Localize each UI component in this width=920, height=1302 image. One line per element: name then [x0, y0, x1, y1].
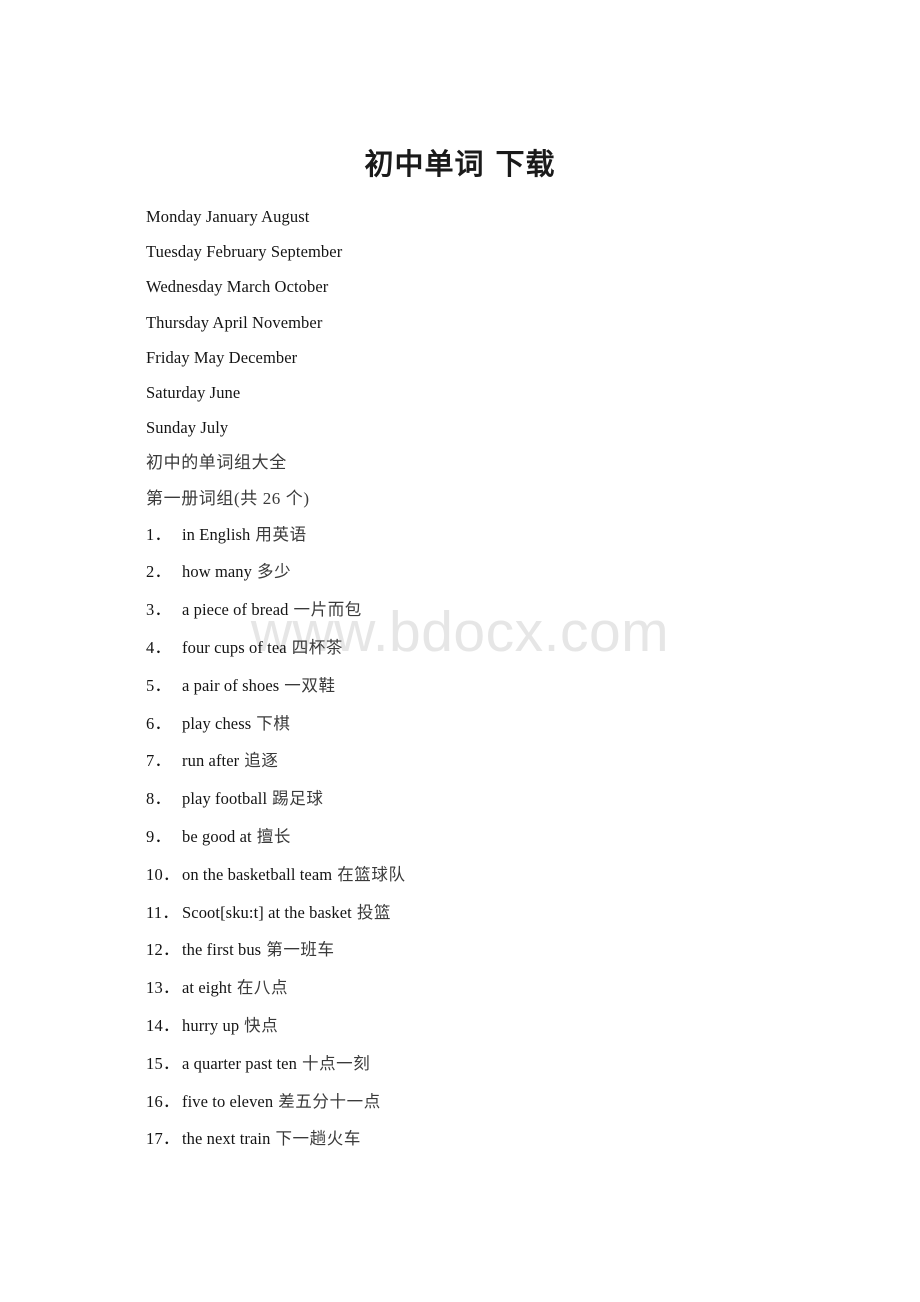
list-item-chinese: 快点	[244, 1016, 279, 1036]
list-item-english: play chess	[182, 713, 252, 733]
schedule-line: Tuesday February September	[146, 242, 343, 262]
list-item-number: 1．	[146, 524, 172, 544]
list-item-number: 4．	[146, 638, 172, 658]
list-item: 2． how many 多少	[146, 553, 866, 591]
list-item-number: 13．	[146, 978, 180, 998]
list-item: 13． at eight 在八点	[146, 969, 866, 1007]
list-item-english: five to eleven	[182, 1091, 274, 1111]
list-item-chinese: 踢足球	[272, 789, 324, 809]
list-item-english: the first bus	[182, 940, 262, 960]
list-item-chinese: 第一班车	[266, 940, 335, 960]
list-item-chinese: 用英语	[255, 524, 307, 544]
list-item-chinese: 下一趟火车	[275, 1129, 361, 1149]
list-item-english: the next train	[182, 1129, 271, 1149]
list-item-number: 5．	[146, 675, 172, 695]
list-item: 11． Scoot[sku:t] at the basket 投篮	[146, 894, 866, 932]
section-heading: 初中的单词组大全	[146, 453, 287, 473]
list-item-chinese: 追逐	[244, 751, 279, 771]
list-item: 17． the next train 下一趟火车	[146, 1120, 866, 1158]
list-item-number: 11．	[146, 902, 179, 922]
list-item-number: 10．	[146, 864, 180, 884]
list-item-number: 7．	[146, 751, 172, 771]
list-item-chinese: 在八点	[236, 978, 289, 998]
list-item-english: play football	[182, 789, 268, 809]
list-item-chinese: 投篮	[356, 902, 392, 922]
schedule-line: Sunday July	[146, 418, 229, 438]
list-item-english: a quarter past ten	[182, 1053, 297, 1073]
list-item-chinese: 一双鞋	[284, 675, 336, 695]
list-item-english: a pair of shoes	[182, 675, 280, 695]
list-item-chinese: 在篮球队	[337, 864, 406, 884]
list-item-chinese: 擅长	[256, 827, 291, 847]
list-item: 15． a quarter past ten 十点一刻	[146, 1045, 866, 1083]
list-item: 3． a piece of bread 一片而包	[146, 591, 866, 629]
list-item-chinese: 十点一刻	[301, 1053, 371, 1073]
list-item-english: at eight	[182, 978, 232, 998]
list-item-english: Scoot[sku:t] at the basket	[182, 902, 352, 922]
schedule-list: Monday January August Tuesday February Se…	[146, 199, 866, 445]
list-item: 5． a pair of shoes 一双鞋	[146, 667, 866, 705]
list-item-chinese: 差五分十一点	[278, 1091, 381, 1111]
list-item: 7． run after 追逐	[146, 742, 866, 780]
list-item: 4． four cups of tea 四杯茶	[146, 629, 866, 667]
list-item-number: 2．	[146, 562, 172, 582]
schedule-line: Friday May December	[146, 347, 298, 367]
list-item-english: hurry up	[182, 1016, 240, 1036]
page-title: 初中单词 下载	[364, 147, 556, 181]
list-item-english: on the basketball team	[182, 864, 333, 884]
list-item-number: 6．	[146, 713, 172, 733]
list-item: 10． on the basketball team 在篮球队	[146, 856, 866, 894]
list-item-number: 14．	[146, 1016, 180, 1036]
list-item: 12． the first bus 第一班车	[146, 931, 866, 969]
list-item-number: 12．	[146, 940, 180, 960]
list-item-chinese: 多少	[257, 562, 292, 582]
list-item-english: how many	[182, 562, 252, 582]
schedule-line: Thursday April November	[146, 312, 323, 332]
list-item-number: 16．	[146, 1091, 180, 1111]
schedule-line: Wednesday March October	[146, 277, 329, 297]
section-heading-list: 初中的单词组大全第一册词组(共 26 个)	[146, 445, 866, 515]
list-item: 9． be good at 擅长	[146, 818, 866, 856]
document-page: www.bdocx.com 初中单词 下载 Monday January Aug…	[0, 0, 920, 1302]
list-item-chinese: 四杯茶	[291, 638, 343, 658]
list-item-chinese: 一片而包	[293, 600, 362, 620]
list-item: 6． play chess 下棋	[146, 705, 866, 743]
schedule-line: Monday January August	[146, 207, 310, 226]
list-item: 16． five to eleven 差五分十一点	[146, 1083, 866, 1121]
list-item-english: run after	[182, 751, 240, 771]
list-item-number: 9．	[146, 827, 172, 847]
list-item-number: 17．	[146, 1129, 180, 1149]
list-item-number: 8．	[146, 789, 172, 809]
document-body: Monday January August Tuesday February Se…	[146, 199, 866, 1158]
list-item-english: in English	[182, 524, 251, 544]
list-item-english: be good at	[182, 827, 252, 847]
list-item: 8． play football 踢足球	[146, 780, 866, 818]
list-item-english: a piece of bread	[182, 600, 289, 620]
list-item: 1． in English 用英语	[146, 516, 866, 554]
list-item: 14． hurry up 快点	[146, 1007, 866, 1045]
list-item-number: 3．	[146, 600, 172, 620]
schedule-line: Saturday June	[146, 382, 241, 402]
list-item-chinese: 下棋	[256, 713, 291, 733]
list-item-english: four cups of tea	[182, 638, 287, 658]
phrase-list: 1． in English 用英语 2． how many 多少 3． a piece of …	[146, 516, 866, 1159]
list-item-number: 15．	[146, 1053, 180, 1073]
section-heading: 第一册词组(共 26 个)	[146, 488, 310, 508]
